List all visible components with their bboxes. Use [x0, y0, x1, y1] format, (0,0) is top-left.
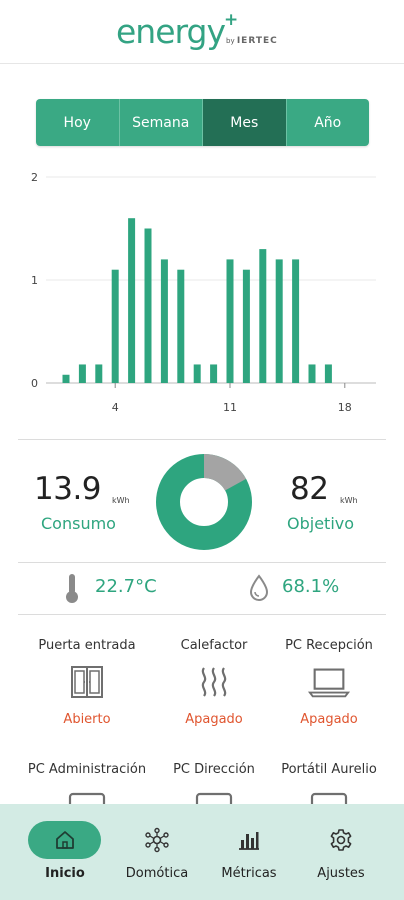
home-icon [51, 826, 79, 854]
network-icon [143, 826, 171, 854]
x-tick-label: 11 [223, 401, 237, 414]
logo-wordmark: energy [116, 12, 226, 51]
device-status: Apagado [300, 712, 358, 727]
device-name: PC Dirección [173, 762, 255, 777]
consumption-chart-svg: 0 1 2 4 11 18 [31, 171, 376, 414]
chart-bar [324, 364, 332, 383]
chart-bar [242, 269, 250, 383]
thermometer-icon [66, 574, 78, 603]
tab-semana[interactable]: Semana [119, 99, 203, 146]
device-name: Calefactor [180, 638, 248, 653]
door-icon [65, 662, 109, 702]
nav-inicio[interactable]: Inicio [20, 804, 110, 900]
nav-label: Ajustes [317, 866, 365, 881]
donut-remaining [203, 454, 247, 492]
device-name: PC Recepción [285, 638, 373, 653]
nav-metricas[interactable]: Métricas [204, 804, 294, 900]
device-puerta-entrada[interactable]: Puerta entrada Abierto [22, 638, 152, 728]
device-name: Portátil Aurelio [281, 762, 377, 777]
consumo-unit: kWh [112, 496, 130, 505]
bar-chart-icon [235, 826, 263, 854]
chart-bar [144, 228, 152, 383]
period-tabs: Hoy Semana Mes Año [36, 99, 369, 146]
objetivo-label: Objetivo [287, 514, 355, 533]
bottom-navigation: Inicio Domótica Métricas Ajustes [0, 804, 404, 900]
device-status: Abierto [63, 712, 111, 727]
laptop-icon [307, 662, 351, 702]
y-tick-label: 1 [31, 274, 38, 287]
nav-label: Métricas [221, 866, 277, 881]
chart-bar [193, 364, 201, 383]
nav-label: Inicio [45, 866, 85, 881]
logo-plus: + [224, 10, 239, 30]
gear-icon [327, 826, 355, 854]
y-tick-label: 2 [31, 171, 38, 184]
divider [18, 562, 386, 563]
consumption-chart: 0 1 2 4 11 18 [0, 160, 404, 430]
chart-bar [111, 269, 119, 383]
chart-bar [275, 259, 283, 383]
chart-bar [62, 374, 70, 383]
tab-hoy[interactable]: Hoy [36, 99, 120, 146]
humidity-value: 68.1% [282, 576, 340, 597]
nav-label: Domótica [125, 866, 189, 881]
device-calefactor[interactable]: Calefactor Apagado [149, 638, 279, 728]
app-header: energy + by IERTEC [0, 0, 404, 64]
device-name: PC Administración [27, 762, 147, 777]
consumo-value: 13.9 [34, 471, 102, 507]
chart-bar [95, 364, 103, 383]
chart-bar [308, 364, 316, 383]
objetivo-unit: kWh [340, 496, 358, 505]
device-pc-recepcion[interactable]: PC Recepción Apagado [264, 638, 394, 728]
nav-ajustes[interactable]: Ajustes [296, 804, 386, 900]
chart-bar [128, 218, 136, 383]
x-tick-label: 4 [112, 401, 119, 414]
objetivo-value: 82 [290, 471, 329, 507]
heater-icon [192, 662, 236, 702]
divider [18, 614, 386, 615]
y-tick-label: 0 [31, 377, 38, 390]
humidity-drop-icon [249, 574, 269, 601]
x-tick-label: 18 [338, 401, 352, 414]
chart-bar [226, 259, 234, 383]
temperature-value: 22.7°C [95, 576, 157, 597]
consumo-label: Consumo [41, 514, 116, 533]
energy-logo: energy + by IERTEC [116, 12, 277, 52]
chart-bar [78, 364, 86, 383]
chart-bar [259, 249, 267, 383]
tab-mes[interactable]: Mes [203, 99, 287, 146]
device-status: Apagado [185, 712, 243, 727]
consumption-donut [156, 454, 252, 550]
chart-bar [160, 259, 168, 383]
nav-domotica[interactable]: Domótica [112, 804, 202, 900]
tab-ano[interactable]: Año [286, 99, 369, 146]
chart-bar [177, 269, 185, 383]
device-name: Puerta entrada [38, 638, 136, 653]
chart-bar [210, 364, 218, 383]
chart-bar [292, 259, 300, 383]
logo-byline: by IERTEC [226, 36, 278, 46]
divider [18, 439, 386, 440]
